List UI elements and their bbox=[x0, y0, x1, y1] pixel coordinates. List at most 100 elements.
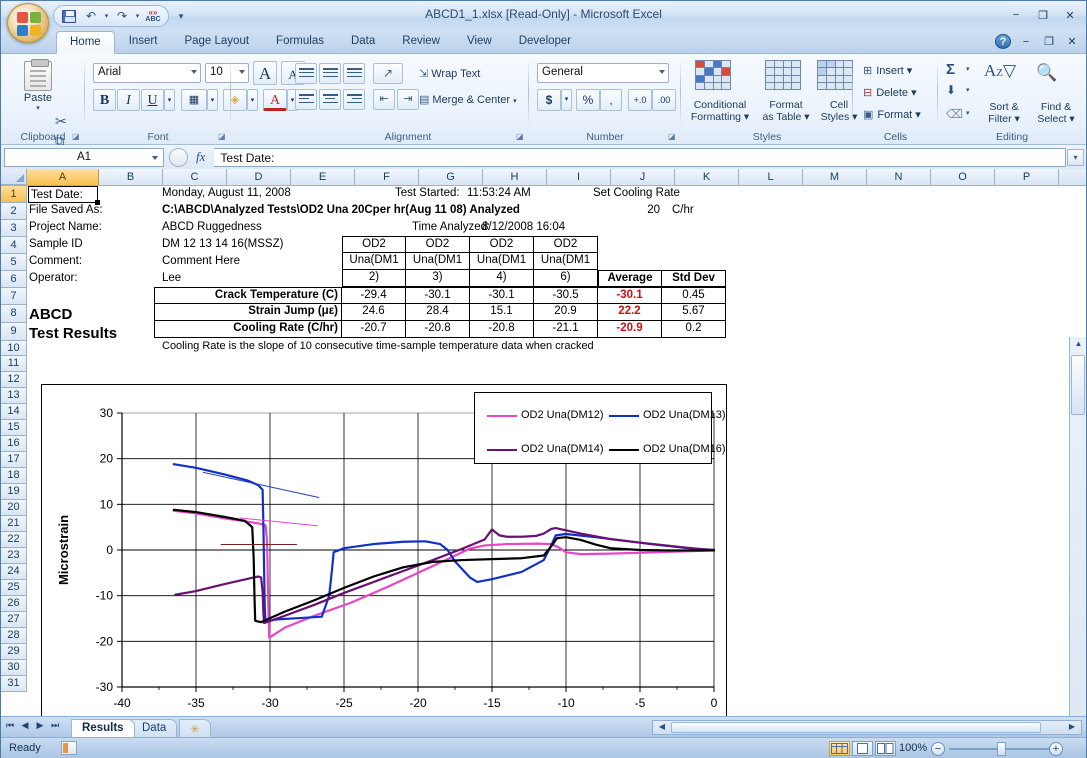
row-header-6[interactable]: 6 bbox=[1, 271, 27, 288]
formula-input[interactable]: Test Date: bbox=[214, 148, 1066, 167]
zoom-in-button[interactable]: + bbox=[1049, 742, 1063, 756]
row-header-11[interactable]: 11 bbox=[1, 356, 27, 372]
fill-button[interactable]: ⬇ bbox=[946, 83, 956, 97]
row-header-12[interactable]: 12 bbox=[1, 372, 27, 388]
column-header-B[interactable]: B bbox=[99, 169, 163, 185]
expand-formula-bar-button[interactable]: ▾ bbox=[1067, 149, 1084, 166]
increase-decimal-button[interactable]: +.0 bbox=[628, 89, 652, 111]
minimize-button[interactable]: − bbox=[1006, 7, 1026, 23]
number-format-select[interactable]: General bbox=[537, 63, 669, 83]
row-header-9[interactable]: 9 bbox=[1, 323, 27, 341]
insert-function-button[interactable]: fx bbox=[192, 149, 209, 165]
prev-sheet-icon[interactable]: ◀ bbox=[19, 720, 31, 731]
decrease-indent-button[interactable]: ⇤ bbox=[373, 89, 395, 110]
cell-C6[interactable]: Lee bbox=[162, 271, 181, 287]
fill-color-dropdown[interactable]: ▾ bbox=[247, 89, 258, 111]
cell-set-cooling-rate-label[interactable]: Set Cooling Rate bbox=[593, 186, 680, 202]
close-button[interactable]: ✕ bbox=[1060, 7, 1080, 23]
sort-filter-button[interactable]: Sort & Filter ▾ bbox=[980, 101, 1028, 125]
align-center-button[interactable] bbox=[319, 89, 341, 110]
row-header-4[interactable]: 4 bbox=[1, 237, 27, 254]
row-header-13[interactable]: 13 bbox=[1, 388, 27, 404]
tab-developer[interactable]: Developer bbox=[506, 31, 584, 54]
cell-A6[interactable]: Operator: bbox=[29, 271, 139, 287]
cell-time-analyzed-value[interactable]: 8/12/2008 16:04 bbox=[482, 220, 565, 236]
column-header-I[interactable]: I bbox=[547, 169, 611, 185]
cell-set-cooling-rate-units[interactable]: C/hr bbox=[672, 203, 694, 219]
name-box[interactable]: A1 bbox=[4, 148, 164, 167]
normal-view-button[interactable] bbox=[829, 741, 850, 756]
borders-button[interactable]: ▦ bbox=[181, 89, 207, 111]
row-header-1[interactable]: 1 bbox=[1, 186, 27, 203]
row-header-5[interactable]: 5 bbox=[1, 254, 27, 271]
currency-button[interactable]: $ bbox=[537, 89, 561, 111]
row-header-14[interactable]: 14 bbox=[1, 404, 27, 420]
row-header-19[interactable]: 19 bbox=[1, 484, 27, 500]
row-header-22[interactable]: 22 bbox=[1, 532, 27, 548]
row-header-16[interactable]: 16 bbox=[1, 436, 27, 452]
format-cells-button[interactable]: ▣Format ▾ bbox=[863, 108, 921, 121]
insert-cells-button[interactable]: ⊞Insert ▾ bbox=[863, 64, 912, 77]
last-sheet-icon[interactable]: ⏭ bbox=[49, 720, 61, 731]
row-header-20[interactable]: 20 bbox=[1, 500, 27, 516]
autosum-button[interactable]: Σ bbox=[946, 61, 955, 78]
font-name-input[interactable]: Arial bbox=[93, 63, 201, 83]
tab-insert[interactable]: Insert bbox=[116, 31, 171, 54]
row-header-31[interactable]: 31 bbox=[1, 676, 27, 692]
workbook-status-icon[interactable] bbox=[61, 741, 77, 755]
insert-sheet-button[interactable]: ✳ bbox=[179, 719, 211, 737]
office-button[interactable] bbox=[7, 3, 49, 43]
cut-button[interactable]: ✂ bbox=[55, 113, 77, 133]
comma-button[interactable]: , bbox=[600, 89, 622, 111]
bold-button[interactable]: B bbox=[93, 89, 116, 111]
column-header-G[interactable]: G bbox=[419, 169, 483, 185]
cell-A8[interactable]: ABCD bbox=[29, 305, 139, 323]
fill-color-button[interactable]: ◈ bbox=[223, 89, 247, 111]
row-header-18[interactable]: 18 bbox=[1, 468, 27, 484]
grow-font-button[interactable]: A bbox=[253, 61, 277, 85]
cell-C5[interactable]: Comment Here bbox=[162, 254, 240, 270]
row-header-3[interactable]: 3 bbox=[1, 220, 27, 237]
column-header-L[interactable]: L bbox=[739, 169, 803, 185]
sheet-tab-results[interactable]: Results bbox=[71, 719, 135, 737]
chart-legend[interactable]: OD2 Una(DM12) OD2 Una(DM13) OD2 Una(DM14… bbox=[474, 392, 712, 464]
row-header-15[interactable]: 15 bbox=[1, 420, 27, 436]
tab-data[interactable]: Data bbox=[338, 31, 388, 54]
select-all-corner[interactable] bbox=[1, 169, 27, 185]
column-header-J[interactable]: J bbox=[611, 169, 675, 185]
row-header-10[interactable]: 10 bbox=[1, 341, 27, 356]
cell-set-cooling-rate-value[interactable]: 20 bbox=[597, 203, 663, 219]
chart-object[interactable]: -30-20-100102030-40-35-30-25-20-15-10-50… bbox=[41, 384, 727, 716]
underline-button[interactable]: U bbox=[141, 89, 164, 111]
tab-view[interactable]: View bbox=[454, 31, 505, 54]
restore-button[interactable]: ❐ bbox=[1033, 7, 1053, 23]
row-header-26[interactable]: 26 bbox=[1, 596, 27, 612]
row-header-25[interactable]: 25 bbox=[1, 580, 27, 596]
font-dialog-launcher[interactable]: ◪ bbox=[218, 132, 228, 142]
underline-dropdown[interactable]: ▾ bbox=[164, 89, 175, 111]
italic-button[interactable]: I bbox=[117, 89, 140, 111]
column-header-N[interactable]: N bbox=[867, 169, 931, 185]
percent-button[interactable]: % bbox=[576, 89, 600, 111]
autosum-dropdown[interactable]: ▾ bbox=[966, 65, 970, 73]
cell-A2[interactable]: File Saved As: bbox=[29, 203, 139, 219]
currency-dropdown[interactable]: ▾ bbox=[561, 89, 572, 111]
column-header-O[interactable]: O bbox=[931, 169, 995, 185]
find-select-button[interactable]: Find & Select ▾ bbox=[1030, 101, 1082, 125]
cell-A9[interactable]: Test Results bbox=[29, 324, 169, 342]
column-header-F[interactable]: F bbox=[355, 169, 419, 185]
delete-cells-button[interactable]: ⊟Delete ▾ bbox=[863, 86, 917, 99]
vertical-scroll-thumb[interactable] bbox=[1071, 355, 1085, 415]
column-header-C[interactable]: C bbox=[163, 169, 227, 185]
cell-C3[interactable]: ABCD Ruggedness bbox=[162, 220, 262, 236]
page-layout-view-button[interactable] bbox=[852, 741, 873, 756]
column-header-M[interactable]: M bbox=[803, 169, 867, 185]
conditional-formatting-button[interactable] bbox=[695, 60, 737, 96]
tab-review[interactable]: Review bbox=[389, 31, 453, 54]
tab-page-layout[interactable]: Page Layout bbox=[171, 31, 262, 54]
cell-time-analyzed-label[interactable]: Time Analyzed: bbox=[412, 220, 490, 236]
merge-center-button[interactable]: ▤Merge & Center▾ bbox=[419, 93, 517, 106]
column-header-K[interactable]: K bbox=[675, 169, 739, 185]
cell-A5[interactable]: Comment: bbox=[29, 254, 139, 270]
borders-dropdown[interactable]: ▾ bbox=[207, 89, 218, 111]
